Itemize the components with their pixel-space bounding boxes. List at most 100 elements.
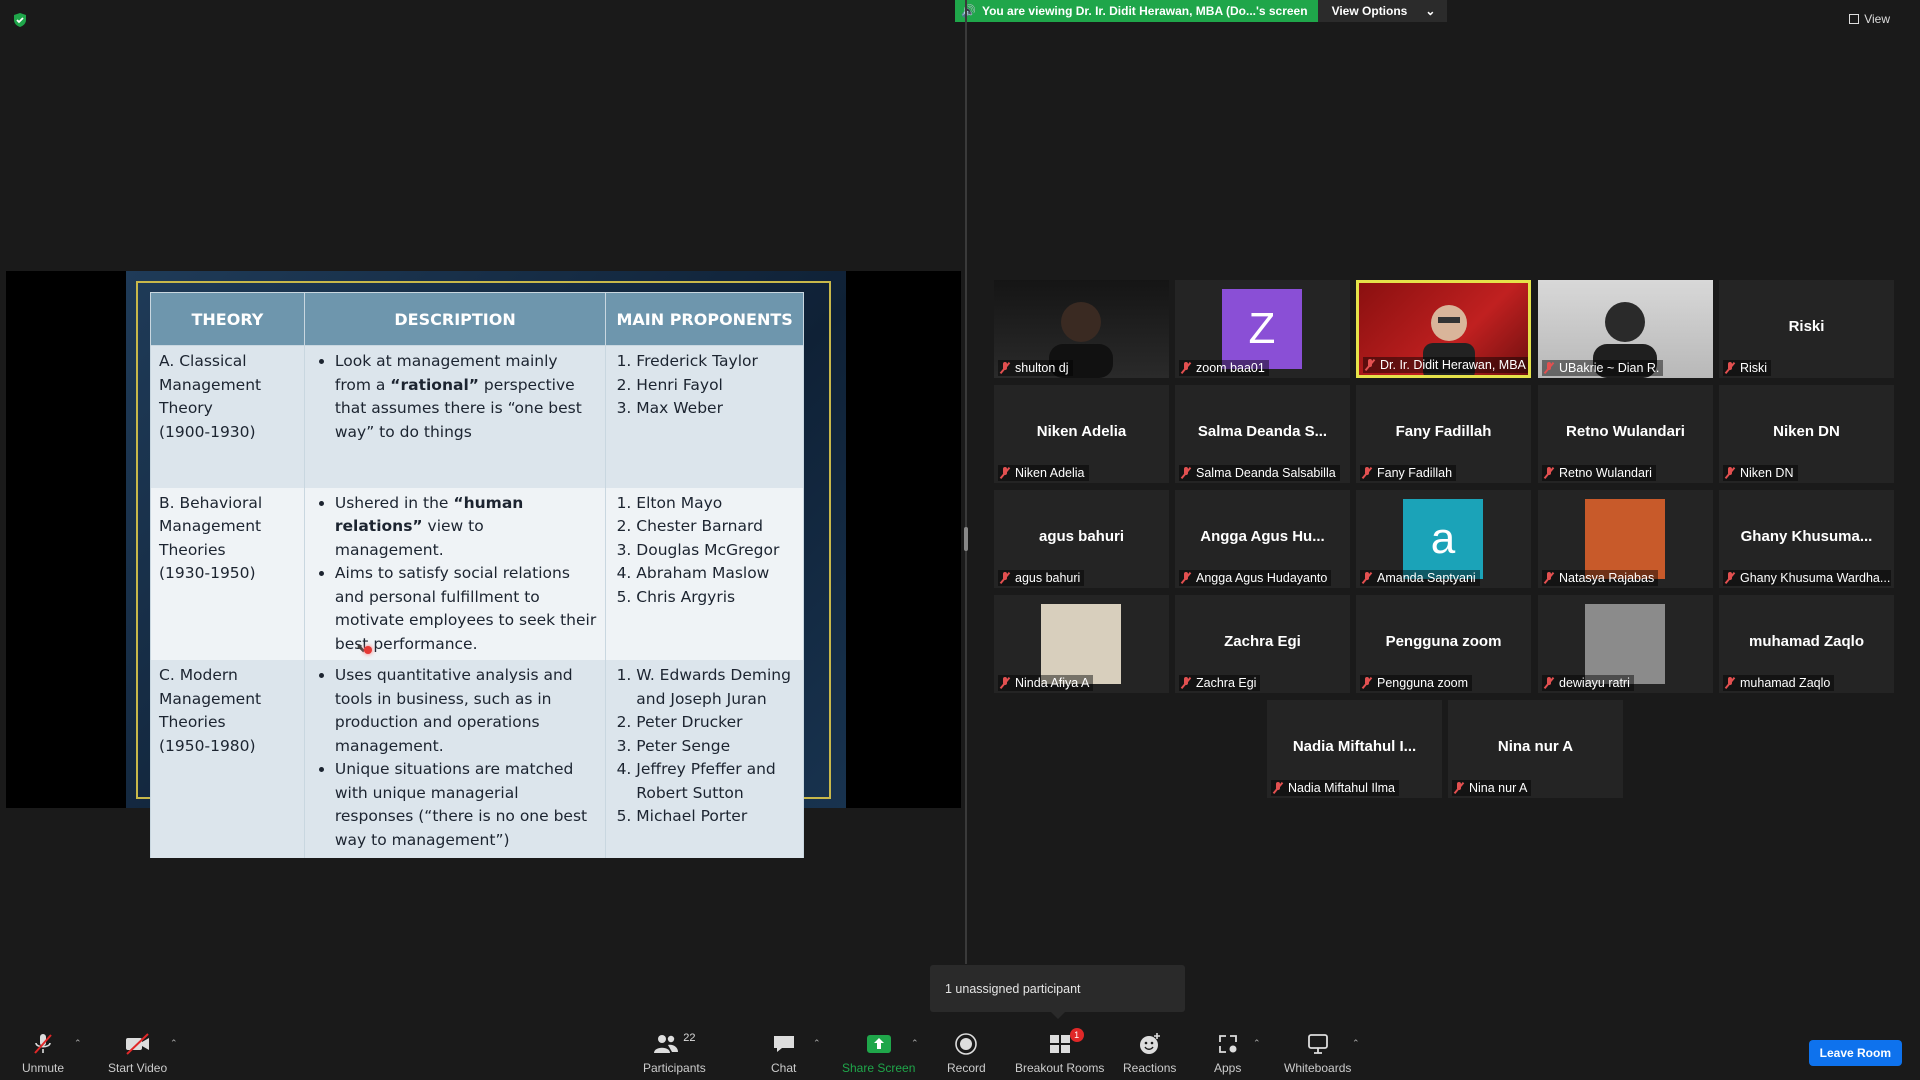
mic-muted-icon bbox=[1362, 467, 1372, 479]
share-screen-label: Share Screen bbox=[842, 1061, 916, 1075]
whiteboards-button[interactable]: Whiteboards bbox=[1284, 1032, 1351, 1075]
unassigned-participant-tooltip: 1 unassigned participant bbox=[930, 965, 1185, 1019]
participants-button[interactable]: 22 Participants bbox=[643, 1032, 706, 1075]
mic-muted-icon bbox=[1000, 677, 1010, 689]
participant-tile[interactable]: Pengguna zoom Pengguna zoom bbox=[1356, 595, 1531, 693]
mic-muted-icon bbox=[1000, 467, 1010, 479]
participant-tile[interactable]: Nadia Miftahul I... Nadia Miftahul Ilma bbox=[1267, 700, 1442, 798]
description-cell: Look at management mainly from a “ration… bbox=[303, 345, 607, 488]
theory-table: THEORY DESCRIPTION MAIN PROPONENTS A. Cl… bbox=[150, 292, 804, 858]
participant-tile[interactable]: Natasya Rajabas bbox=[1538, 490, 1713, 588]
shared-screen[interactable]: THEORY DESCRIPTION MAIN PROPONENTS A. Cl… bbox=[6, 271, 961, 858]
participant-tile[interactable]: Niken Adelia Niken Adelia bbox=[994, 385, 1169, 483]
tooltip-text: 1 unassigned participant bbox=[945, 981, 1081, 996]
participant-tile[interactable]: Angga Agus Hu... Angga Agus Hudayanto bbox=[1175, 490, 1350, 588]
participant-display-name: Salma Deanda S... bbox=[1197, 423, 1328, 440]
participant-display-name: Angga Agus Hu... bbox=[1200, 528, 1325, 545]
whiteboard-options-caret-icon[interactable]: ⌃ bbox=[1352, 1038, 1360, 1049]
breakout-rooms-icon: 1 bbox=[1048, 1028, 1084, 1056]
share-options-caret-icon[interactable]: ⌃ bbox=[911, 1038, 919, 1049]
participant-tile[interactable]: Nina nur A Nina nur A bbox=[1448, 700, 1623, 798]
participant-tile[interactable]: Niken DN Niken DN bbox=[1719, 385, 1894, 483]
participant-name-label: Riski bbox=[1723, 360, 1772, 376]
participant-tile[interactable]: Zachra Egi Zachra Egi bbox=[1175, 595, 1350, 693]
speaker-icon: 🔊 bbox=[961, 4, 976, 18]
view-options-button[interactable]: View Options ⌄ bbox=[1317, 0, 1448, 22]
participant-name: Ghany Khusuma Wardha... bbox=[1740, 571, 1891, 585]
chevron-down-icon: ⌄ bbox=[1425, 4, 1436, 18]
screen-share-banner: 🔊 You are viewing Dr. Ir. Didit Herawan,… bbox=[955, 0, 1448, 22]
chat-button[interactable]: Chat bbox=[771, 1032, 796, 1075]
breakout-rooms-button[interactable]: 1 Breakout Rooms bbox=[1015, 1028, 1104, 1075]
grid-view-icon bbox=[1849, 14, 1860, 24]
participants-icon: 22 bbox=[653, 1032, 695, 1056]
mic-muted-icon bbox=[1181, 467, 1191, 479]
start-video-button[interactable]: Start Video bbox=[108, 1032, 167, 1075]
participant-tile[interactable]: Fany Fadillah Fany Fadillah bbox=[1356, 385, 1531, 483]
participant-name: Amanda Saptyani bbox=[1377, 571, 1476, 585]
video-off-icon bbox=[124, 1032, 152, 1056]
participant-tile[interactable]: Zzoom baa01 bbox=[1175, 280, 1350, 378]
participant-tile[interactable]: agus bahuri agus bahuri bbox=[994, 490, 1169, 588]
participant-name: Angga Agus Hudayanto bbox=[1196, 571, 1328, 585]
header-proponents: MAIN PROPONENTS bbox=[605, 292, 804, 346]
apps-options-caret-icon[interactable]: ⌃ bbox=[1253, 1038, 1261, 1049]
unmute-label: Unmute bbox=[22, 1061, 65, 1075]
meeting-toolbar: Unmute ⌃ Start Video ⌃ 22 Participants C… bbox=[0, 1020, 1920, 1080]
participant-tile[interactable]: dewiayu ratri bbox=[1538, 595, 1713, 693]
participant-tile[interactable]: Dr. Ir. Didit Herawan, MBA (... bbox=[1356, 280, 1531, 378]
record-icon bbox=[954, 1032, 978, 1056]
participant-display-name: Retno Wulandari bbox=[1566, 423, 1685, 440]
view-button[interactable]: View bbox=[1849, 12, 1890, 26]
participant-tile[interactable]: Ghany Khusuma... Ghany Khusuma Wardha... bbox=[1719, 490, 1894, 588]
table-row: C. Modern Management Theories (1950-1980… bbox=[150, 660, 804, 858]
participant-tile[interactable]: Salma Deanda S... Salma Deanda Salsabilla bbox=[1175, 385, 1350, 483]
participant-tile[interactable]: UBakrie ~ Dian R. bbox=[1538, 280, 1713, 378]
mic-muted-icon bbox=[1000, 572, 1010, 584]
theory-cell: A. Classical Management Theory (1900-193… bbox=[150, 345, 305, 488]
chat-label: Chat bbox=[771, 1061, 797, 1075]
mic-muted-icon bbox=[1544, 467, 1554, 479]
proponents-cell: W. Edwards Deming and Joseph Juran Peter… bbox=[605, 660, 804, 858]
participant-name-label: Natasya Rajabas bbox=[1542, 570, 1659, 586]
participant-name-label: dewiayu ratri bbox=[1542, 675, 1634, 691]
divider-drag-handle[interactable] bbox=[964, 527, 968, 551]
participant-tile[interactable]: Ninda Afiya A bbox=[994, 595, 1169, 693]
security-shield-icon[interactable] bbox=[12, 12, 28, 28]
participant-name: muhamad Zaqlo bbox=[1740, 676, 1831, 690]
unmute-button[interactable]: Unmute bbox=[22, 1032, 64, 1075]
audio-options-caret-icon[interactable]: ⌃ bbox=[74, 1038, 82, 1049]
participant-name: Nina nur A bbox=[1469, 781, 1528, 795]
mic-muted-icon bbox=[1725, 572, 1735, 584]
view-options-label: View Options bbox=[1331, 4, 1408, 18]
participant-tile[interactable]: shulton dj bbox=[994, 280, 1169, 378]
record-button[interactable]: Record bbox=[947, 1032, 986, 1075]
participant-name: Dr. Ir. Didit Herawan, MBA (... bbox=[1380, 358, 1531, 372]
participant-name-label: Zachra Egi bbox=[1179, 675, 1261, 691]
video-options-caret-icon[interactable]: ⌃ bbox=[170, 1038, 178, 1049]
mic-muted-icon bbox=[1725, 362, 1735, 374]
mic-muted-icon bbox=[1181, 572, 1191, 584]
apps-button[interactable]: Apps bbox=[1214, 1032, 1241, 1075]
reactions-label: Reactions bbox=[1123, 1061, 1177, 1075]
reactions-button[interactable]: Reactions bbox=[1123, 1032, 1176, 1075]
mic-muted-icon bbox=[1725, 677, 1735, 689]
table-row: B. Behavioral Management Theories (1930-… bbox=[150, 487, 804, 660]
participant-name-label: Ninda Afiya A bbox=[998, 675, 1094, 691]
leave-room-button[interactable]: Leave Room bbox=[1808, 1040, 1902, 1066]
participant-name-label: Amanda Saptyani bbox=[1360, 570, 1480, 586]
split-divider[interactable] bbox=[965, 0, 967, 964]
share-screen-button[interactable]: Share Screen bbox=[842, 1032, 915, 1075]
participant-tile[interactable]: Retno Wulandari Retno Wulandari bbox=[1538, 385, 1713, 483]
mic-muted-icon bbox=[1365, 359, 1375, 371]
mic-muted-icon bbox=[1000, 362, 1010, 374]
chat-options-caret-icon[interactable]: ⌃ bbox=[813, 1038, 821, 1049]
participant-tile[interactable]: a Amanda Saptyani bbox=[1356, 490, 1531, 588]
participant-name: Ninda Afiya A bbox=[1015, 676, 1090, 690]
mic-muted-icon bbox=[1362, 677, 1372, 689]
participant-tile[interactable]: Riski Riski bbox=[1719, 280, 1894, 378]
participant-tile[interactable]: muhamad Zaqlo muhamad Zaqlo bbox=[1719, 595, 1894, 693]
participant-name: shulton dj bbox=[1015, 361, 1069, 375]
mic-muted-icon bbox=[1273, 782, 1283, 794]
participant-name-label: Retno Wulandari bbox=[1542, 465, 1656, 481]
